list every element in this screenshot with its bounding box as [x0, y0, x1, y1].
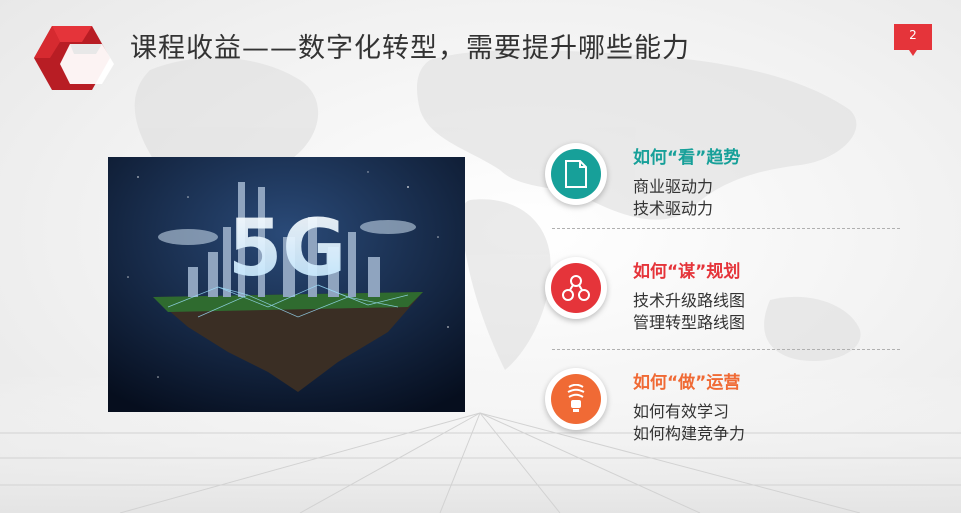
- page-number-badge: 2: [894, 24, 932, 56]
- icon-badge: [545, 368, 607, 430]
- item-heading: 如何“谋”规划: [633, 262, 741, 282]
- 5g-city-photo: 5G: [108, 157, 465, 412]
- icon-badge: [545, 143, 607, 205]
- item-heading: 如何“看”趋势: [633, 148, 741, 168]
- item-heading: 如何“做”运营: [633, 373, 741, 393]
- page-title: 课程收益——数字化转型，需要提升哪些能力: [130, 33, 690, 64]
- item-line: 如何构建竞争力: [633, 424, 746, 443]
- document-icon: [551, 149, 601, 199]
- dashed-divider: [552, 228, 900, 229]
- 5g-overlay-text: 5G: [228, 204, 346, 294]
- item-line: 技术升级路线图: [633, 291, 746, 310]
- brand-logo: [34, 26, 114, 90]
- item-line: 技术驱动力: [633, 199, 714, 218]
- lightbulb-icon: [551, 374, 601, 424]
- item-line: 商业驱动力: [633, 177, 714, 196]
- item-line: 管理转型路线图: [633, 313, 746, 332]
- network-icon: [551, 263, 601, 313]
- item-line: 如何有效学习: [633, 402, 730, 421]
- icon-badge: [545, 257, 607, 319]
- dashed-divider: [552, 349, 900, 350]
